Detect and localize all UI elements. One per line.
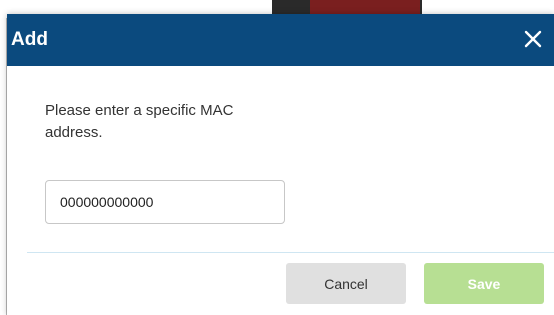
save-button[interactable]: Save [424,263,544,304]
dialog-message: Please enter a specific MAC address. [45,102,234,141]
mac-address-input[interactable] [45,180,285,224]
close-icon [524,30,542,48]
dialog-header: Add [7,14,554,66]
add-mac-dialog: Add Please enter a specific MAC address.… [7,14,554,315]
dialog-title: Add [11,29,48,50]
close-button[interactable] [520,26,546,52]
cancel-button[interactable]: Cancel [286,263,406,304]
footer-divider [27,252,554,253]
